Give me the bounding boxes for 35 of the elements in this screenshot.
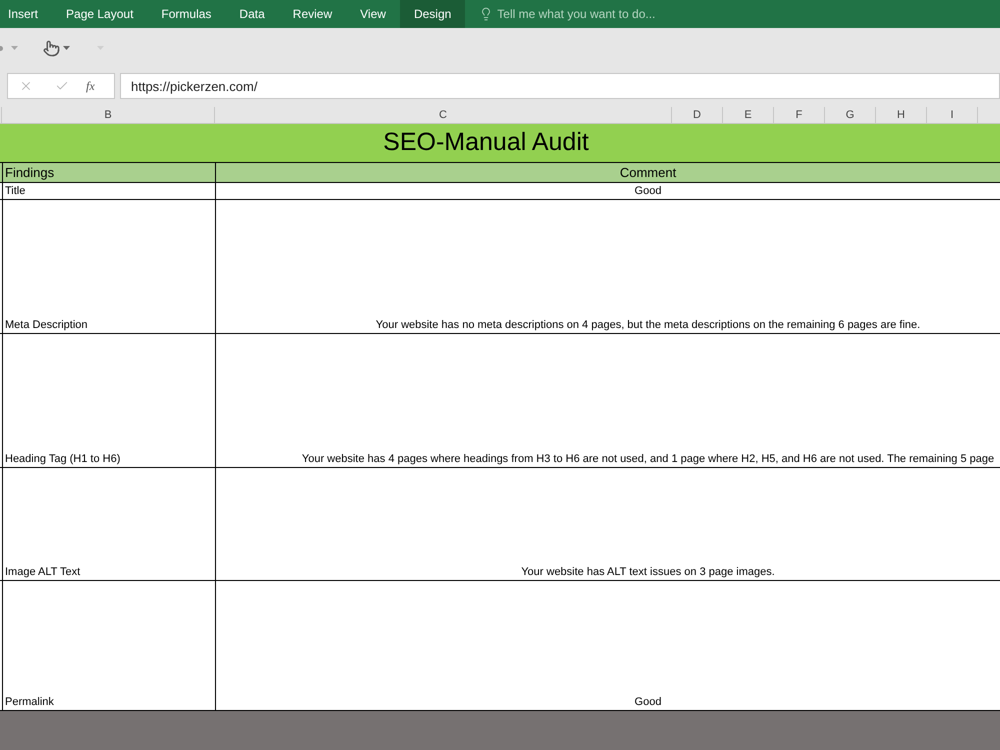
comment-cell-text: Your website has no meta descriptions on 4 pages, but the meta descriptions on the remaining 6 pages are fine. <box>376 318 920 332</box>
column-header[interactable]: F <box>774 107 825 123</box>
tell-me-search-field[interactable]: Tell me what you want to do... <box>497 5 688 23</box>
ribbon-tab[interactable]: Insert <box>0 0 52 28</box>
column-header[interactable]: D <box>672 107 723 123</box>
comment-cell-text: Your website has ALT text issues on 3 page images. <box>521 564 775 580</box>
column-header[interactable]: E <box>723 107 774 123</box>
comment-cell-text: Good <box>634 184 662 198</box>
header-cell-text: Comment <box>618 164 678 182</box>
ribbon-tab[interactable]: Formulas <box>147 0 226 28</box>
caret-icon[interactable] <box>11 46 18 50</box>
header-cell: Findings <box>2 163 216 182</box>
column-header[interactable]: B <box>2 107 215 123</box>
caret-icon[interactable] <box>63 46 70 50</box>
finding-cell-text: Title <box>5 184 26 198</box>
column-header[interactable]: I <box>927 107 978 123</box>
sheet-title: SEO-Manual Audit <box>383 127 589 158</box>
finding-cell-text: Image ALT Text <box>5 564 80 580</box>
finding-cell-text: Heading Tag (H1 to H6) <box>5 452 120 466</box>
hand-pointer-icon[interactable] <box>43 40 60 56</box>
ribbon-tab[interactable]: View <box>346 0 400 28</box>
close-icon[interactable] <box>19 79 33 93</box>
comment-cell-text: Your website has 4 pages where headings from H3 to H6 are not used, and 1 page where H2, H5, and H6 are not used. The remaining 5 page <box>302 452 994 466</box>
ribbon-tab[interactable]: Page Layout <box>52 0 148 28</box>
column-header[interactable]: H <box>876 107 927 123</box>
ribbon-tab[interactable]: Design <box>400 0 466 28</box>
column-header[interactable]: G <box>825 107 876 123</box>
finding-cell-text: Permalink <box>5 694 54 710</box>
comment-cell-text: Good <box>634 694 662 710</box>
insert-function-button[interactable]: fx <box>86 77 95 95</box>
ribbon-tab[interactable]: Review <box>278 0 346 28</box>
column-header[interactable]: C <box>215 107 672 123</box>
formula-input-field[interactable]: https://pickerzen.com/ <box>120 73 1000 99</box>
ribbon-tab[interactable]: Data <box>225 0 279 28</box>
finding-cell-text: Meta Description <box>5 318 88 332</box>
